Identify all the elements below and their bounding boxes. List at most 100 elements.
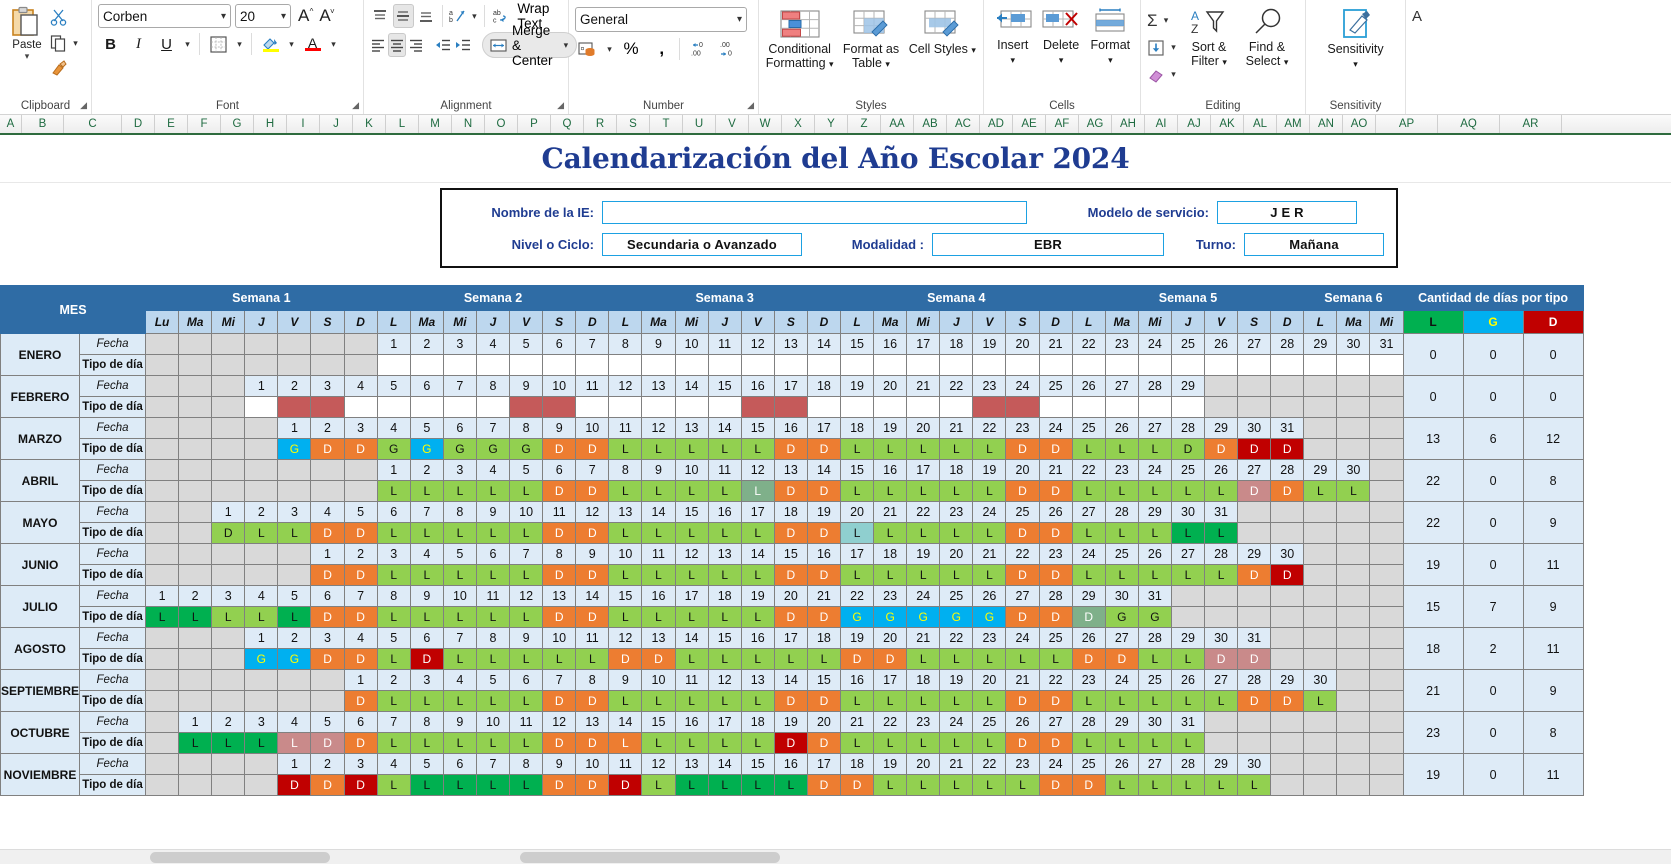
- calendar-empty-cell[interactable]: [1170, 585, 1206, 607]
- column-header-ao[interactable]: AO: [1343, 115, 1376, 133]
- calendar-fecha-cell[interactable]: 28: [1104, 501, 1139, 523]
- calendar-count-g[interactable]: 0: [1462, 711, 1524, 754]
- calendar-tipo-cell[interactable]: L: [1237, 774, 1272, 796]
- calendar-empty-cell[interactable]: [244, 354, 279, 376]
- calendar-fecha-cell[interactable]: 6: [376, 501, 411, 523]
- calendar-empty-cell[interactable]: [145, 711, 180, 733]
- calendar-tipo-cell[interactable]: D: [773, 480, 808, 502]
- calendar-fecha-cell[interactable]: 24: [1137, 459, 1172, 481]
- calendar-fecha-cell[interactable]: 21: [1038, 459, 1073, 481]
- calendar-tipo-cell[interactable]: L: [475, 648, 511, 670]
- calendar-tipo-cell[interactable]: L: [509, 522, 544, 544]
- calendar-fecha-cell[interactable]: 30: [1237, 753, 1272, 775]
- calendar-tipo-cell[interactable]: [1137, 396, 1172, 418]
- calendar-fecha-cell[interactable]: 28: [1071, 711, 1106, 733]
- column-header-b[interactable]: B: [22, 115, 64, 133]
- chevron-down-icon[interactable]: ▾: [1168, 42, 1179, 53]
- calendar-tipo-cell[interactable]: [707, 354, 742, 376]
- calendar-fecha-cell[interactable]: 15: [674, 501, 709, 523]
- calendar-empty-cell[interactable]: [277, 690, 312, 712]
- calendar-empty-cell[interactable]: [211, 543, 246, 565]
- calendar-fecha-cell[interactable]: 22: [1071, 333, 1106, 355]
- calendar-tipo-cell[interactable]: L: [1170, 690, 1206, 712]
- calendar-tipo-cell[interactable]: L: [1104, 564, 1139, 586]
- calendar-tipo-cell[interactable]: L: [409, 606, 444, 628]
- calendar-empty-cell[interactable]: [1369, 396, 1404, 418]
- calendar-fecha-cell[interactable]: 1: [145, 585, 180, 607]
- calendar-tipo-cell[interactable]: L: [475, 606, 511, 628]
- calendar-tipo-cell[interactable]: [343, 396, 378, 418]
- calendar-fecha-cell[interactable]: 8: [509, 753, 544, 775]
- calendar-empty-cell[interactable]: [145, 480, 180, 502]
- calendar-tipo-cell[interactable]: [707, 396, 742, 418]
- calendar-fecha-cell[interactable]: 10: [542, 375, 577, 397]
- calendar-fecha-cell[interactable]: 12: [740, 459, 775, 481]
- calendar-fecha-cell[interactable]: 30: [1237, 417, 1272, 439]
- calendar-fecha-cell[interactable]: 14: [740, 543, 775, 565]
- calendar-tipo-cell[interactable]: [806, 396, 841, 418]
- calendar-tipo-cell[interactable]: L: [1204, 690, 1239, 712]
- calendar-fecha-cell[interactable]: 3: [310, 375, 345, 397]
- calendar-tipo-cell[interactable]: L: [740, 690, 775, 712]
- calendar-fecha-cell[interactable]: 18: [806, 627, 841, 649]
- calendar-empty-cell[interactable]: [1369, 711, 1404, 733]
- calendar-empty-cell[interactable]: [277, 669, 312, 691]
- calendar-tipo-cell[interactable]: L: [211, 606, 246, 628]
- chevron-down-icon[interactable]: ▾: [1168, 69, 1179, 80]
- calendar-tipo-cell[interactable]: [575, 396, 610, 418]
- calendar-fecha-cell[interactable]: 7: [442, 375, 477, 397]
- accounting-format-button[interactable]: ¤: [575, 37, 601, 61]
- calendar-fecha-cell[interactable]: 2: [211, 711, 246, 733]
- calendar-tipo-cell[interactable]: [244, 396, 279, 418]
- calendar-fecha-cell[interactable]: 9: [509, 375, 544, 397]
- calendar-tipo-cell[interactable]: D: [542, 522, 577, 544]
- calendar-empty-cell[interactable]: [1303, 732, 1338, 754]
- calendar-tipo-cell[interactable]: D: [1204, 648, 1239, 670]
- calendar-tipo-cell[interactable]: L: [641, 690, 676, 712]
- calendar-fecha-cell[interactable]: 4: [475, 459, 511, 481]
- decrease-font-size-button[interactable]: A ˅: [316, 6, 334, 26]
- calendar-empty-cell[interactable]: [178, 522, 213, 544]
- calendar-fecha-cell[interactable]: 7: [376, 711, 411, 733]
- calendar-fecha-cell[interactable]: 28: [1170, 753, 1206, 775]
- merge-and-center-button[interactable]: Merge & Center ▾: [482, 23, 577, 68]
- calendar-fecha-cell[interactable]: 29: [1104, 711, 1139, 733]
- calendar-tipo-cell[interactable]: D: [575, 732, 610, 754]
- calendar-tipo-cell[interactable]: [1005, 396, 1040, 418]
- calendar-count-l[interactable]: 19: [1402, 753, 1464, 796]
- column-header-l[interactable]: L: [386, 115, 419, 133]
- calendar-fecha-cell[interactable]: 29: [1303, 459, 1338, 481]
- calendar-fecha-cell[interactable]: 31: [1237, 627, 1272, 649]
- calendar-empty-cell[interactable]: [1336, 774, 1371, 796]
- calendar-empty-cell[interactable]: [1270, 396, 1305, 418]
- font-dialog-launcher[interactable]: ◢: [352, 100, 359, 111]
- calendar-fecha-cell[interactable]: 29: [1170, 627, 1206, 649]
- calendar-tipo-cell[interactable]: L: [707, 690, 742, 712]
- calendar-tipo-cell[interactable]: L: [277, 606, 312, 628]
- calendar-tipo-cell[interactable]: G: [839, 606, 875, 628]
- calendar-tipo-cell[interactable]: L: [1137, 774, 1172, 796]
- calendar-fecha-cell[interactable]: 15: [839, 459, 875, 481]
- calendar-tipo-cell[interactable]: D: [839, 648, 875, 670]
- calendar-fecha-cell[interactable]: 9: [608, 669, 643, 691]
- calendar-fecha-cell[interactable]: 15: [839, 333, 875, 355]
- calendar-fecha-cell[interactable]: 9: [542, 417, 577, 439]
- calendar-fecha-cell[interactable]: 17: [773, 627, 808, 649]
- calendar-fecha-cell[interactable]: 9: [641, 333, 676, 355]
- calendar-empty-cell[interactable]: [244, 333, 279, 355]
- calendar-fecha-cell[interactable]: 5: [277, 585, 312, 607]
- calendar-tipo-cell[interactable]: L: [1104, 522, 1139, 544]
- calendar-fecha-cell[interactable]: 19: [972, 459, 1007, 481]
- calendar-empty-cell[interactable]: [1237, 501, 1272, 523]
- column-header-g[interactable]: G: [221, 115, 254, 133]
- sort-filter-button[interactable]: A Z Sort & Filter ▾: [1181, 6, 1237, 87]
- calendar-fecha-cell[interactable]: 4: [475, 333, 511, 355]
- calendar-fecha-cell[interactable]: 13: [674, 753, 709, 775]
- calendar-tipo-cell[interactable]: D: [343, 564, 378, 586]
- calendar-tipo-cell[interactable]: D: [542, 732, 577, 754]
- calendar-fecha-cell[interactable]: 16: [740, 375, 775, 397]
- calendar-fecha-cell[interactable]: 11: [707, 333, 742, 355]
- calendar-fecha-cell[interactable]: 21: [906, 375, 941, 397]
- calendar-tipo-cell[interactable]: D: [575, 690, 610, 712]
- calendar-empty-cell[interactable]: [1369, 564, 1404, 586]
